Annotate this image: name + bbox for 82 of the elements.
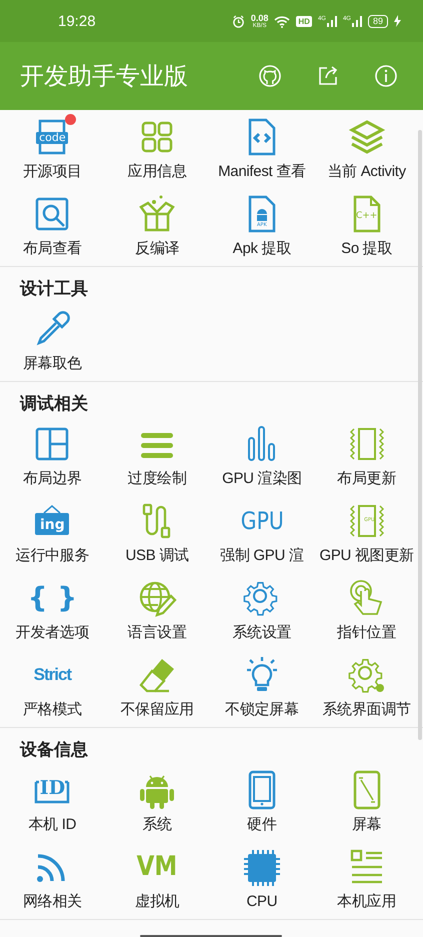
tool-tile[interactable]: 硬件 [210, 763, 314, 840]
tile-label: 指针位置 [337, 622, 396, 642]
tile-label: USB 调试 [126, 546, 189, 564]
tool-tile[interactable]: 不保留应用 [104, 648, 210, 725]
tool-tile[interactable]: 布局查看 [0, 187, 105, 264]
section-heading: 设备信息 [18, 739, 89, 761]
tile-label: So 提取 [341, 238, 392, 258]
tile-label: 开发者选项 [16, 622, 90, 642]
tile-label: 开源项目 [22, 162, 82, 180]
tool-tile[interactable]: 不锁定屏幕 [210, 648, 314, 725]
tile-label: 硬件 [247, 814, 277, 834]
tool-tile[interactable]: 过度绘制 [104, 417, 210, 494]
tool-tile[interactable]: 本机应用 [314, 840, 419, 917]
tool-tile[interactable]: 布局更新 [314, 417, 419, 494]
tile-label: 布局更新 [337, 468, 396, 488]
wifi-icon [274, 14, 290, 28]
tile-label: 网络相关 [22, 892, 82, 910]
tool-tile[interactable]: 屏幕取色 [0, 302, 105, 379]
gift-box-icon [137, 194, 178, 234]
tile-label: 应用信息 [128, 162, 187, 180]
app-title: 开发助手专业版 [20, 62, 189, 92]
tile-label: CPU [246, 892, 278, 910]
tile-label: GPU 渲染图 [222, 468, 302, 488]
strict-icon: Strict [32, 654, 72, 694]
clock: 19:28 [58, 12, 96, 30]
tool-tile[interactable]: 语言设置 [104, 571, 210, 648]
vm-icon: VM [137, 846, 178, 886]
tile-label: 运行中服务 [16, 546, 90, 564]
tile-label: 过度绘制 [128, 468, 187, 488]
tool-tile[interactable]: 反编译 [104, 187, 210, 264]
tile-label: GPU 视图更新 [319, 546, 414, 564]
info-icon [374, 64, 398, 88]
tile-label: 屏幕 [352, 814, 382, 834]
tool-tile[interactable]: 应用信息 [104, 110, 210, 187]
tool-tile[interactable]: 系统界面调节 [314, 648, 419, 725]
tile-label: 严格模式 [22, 700, 82, 718]
battery-icon: 89 [368, 14, 388, 28]
tile-label: 不锁定屏幕 [225, 700, 299, 718]
tile-label: 虚拟机 [135, 892, 180, 910]
tool-tile[interactable]: { } 开发者选项 [0, 571, 105, 648]
tile-label: 布局边界 [22, 468, 82, 488]
tile-label: 系统 [142, 814, 172, 834]
tool-tile[interactable]: C++ So 提取 [314, 187, 419, 264]
tile-label: 系统设置 [232, 622, 292, 642]
tool-tile[interactable]: GPU 强制 GPU 渲 [210, 494, 314, 571]
tile-label: 本机 ID [28, 814, 76, 834]
tool-tile[interactable]: ing 运行中服务 [0, 494, 105, 571]
braces-icon: { } [32, 578, 72, 618]
tile-label: Manifest 查看 [218, 162, 306, 180]
tool-tile[interactable]: 布局边界 [0, 417, 105, 494]
tile-label: 本机应用 [337, 892, 396, 910]
tool-tile[interactable]: 系统设置 [210, 571, 314, 648]
tool-tile[interactable]: VM 虚拟机 [104, 840, 210, 917]
tile-label: 反编译 [135, 238, 180, 258]
tool-tile[interactable]: CPU [210, 840, 314, 917]
tool-tile[interactable]: ID 本机 ID [0, 763, 105, 840]
tile-label: Apk 提取 [232, 238, 291, 258]
tool-tile[interactable]: 当前 Activity [314, 110, 419, 187]
tool-tile[interactable]: 系统 [104, 763, 210, 840]
section-heading: 调试相关 [18, 393, 89, 415]
charging-icon [394, 15, 401, 27]
tile-label: 屏幕取色 [22, 354, 82, 372]
chip-icon [242, 848, 282, 888]
tool-tile[interactable]: GPU 渲染图 [210, 417, 314, 494]
share-icon [316, 64, 340, 88]
alarm-icon [232, 14, 245, 28]
gpu-icon: GPU [242, 500, 282, 540]
tile-label: 系统界面调节 [322, 700, 411, 718]
tile-label: 当前 Activity [327, 162, 406, 180]
tile-label: 强制 GPU 渲 [220, 546, 304, 564]
tool-tile[interactable]: USB 调试 [104, 494, 210, 571]
tool-tile[interactable]: Strict 严格模式 [0, 648, 105, 725]
tool-tile[interactable]: code 开源项目 [0, 110, 105, 187]
tool-tile[interactable]: 网络相关 [0, 840, 105, 917]
tool-tile[interactable]: 屏幕 [314, 763, 419, 840]
tool-tile[interactable]: 指针位置 [314, 571, 419, 648]
hd-badge: HD [296, 16, 312, 26]
section-heading: 设计工具 [18, 278, 89, 300]
tool-tile[interactable]: Manifest 查看 [210, 110, 314, 187]
tile-label: 不保留应用 [120, 700, 194, 718]
tile-label: 语言设置 [128, 622, 187, 642]
tile-label: 布局查看 [22, 238, 82, 258]
